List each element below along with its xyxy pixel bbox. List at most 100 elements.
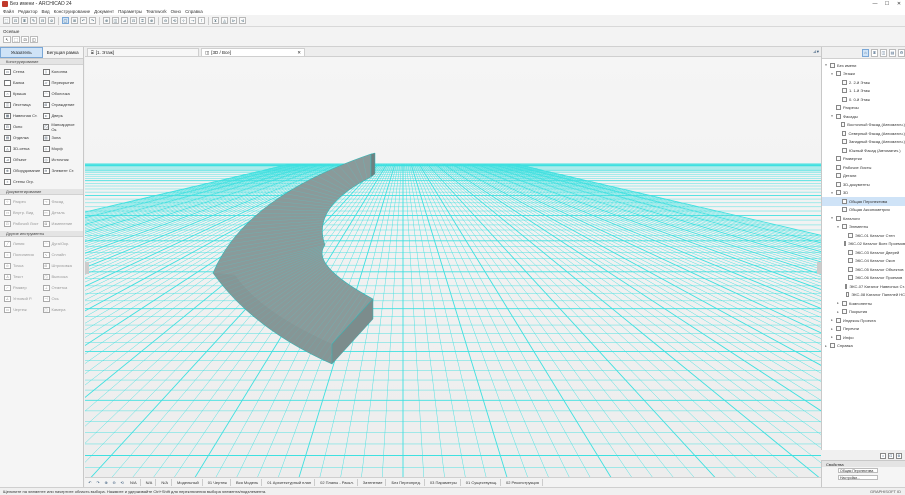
tool-button[interactable]: ◠ Дуга/Окр. bbox=[42, 239, 82, 248]
toolbar-button-icon[interactable]: ⌗ bbox=[139, 17, 146, 24]
tool-button[interactable]: ⊙ Точка bbox=[4, 261, 43, 270]
toolbar-button-icon[interactable]: ⊿ bbox=[121, 17, 128, 24]
navigator-item[interactable]: ▸ Справка bbox=[822, 342, 905, 351]
tool-button[interactable]: ◳ Мансардное Ок. bbox=[42, 122, 82, 132]
left-resize-handle[interactable] bbox=[85, 262, 89, 274]
navigator-mode-icon[interactable]: ⌂ bbox=[862, 48, 869, 57]
navigator-item[interactable]: Детали bbox=[822, 172, 905, 181]
selection-mode-icon[interactable]: ◫ bbox=[30, 36, 38, 43]
selection-mode-icon[interactable]: ↖ bbox=[3, 36, 11, 43]
view-setting-dropdown[interactable]: Модельный bbox=[174, 479, 203, 486]
tool-button[interactable]: ⊹ Разрез bbox=[4, 197, 43, 206]
tool-button[interactable]: ▦ Навесная Ст. bbox=[4, 111, 43, 120]
view-settings-button[interactable]: Настройки... bbox=[838, 475, 878, 480]
tool-button[interactable]: ◳ Выноска bbox=[42, 272, 82, 281]
toolbar-button-icon[interactable]: ⊖ bbox=[162, 17, 169, 24]
toolbar-button-icon[interactable]: ⊡ bbox=[130, 17, 137, 24]
tool-button[interactable]: ⊶ Внутр. Вид bbox=[4, 208, 43, 217]
toolbar-button-icon[interactable]: ⊘ bbox=[48, 17, 55, 24]
navigator-item[interactable]: ЭКС-06 Каталог Проемов bbox=[822, 274, 905, 283]
tool-button[interactable]: ⌐ Размер bbox=[4, 283, 43, 292]
view-setting-dropdown[interactable]: N/A bbox=[143, 479, 157, 486]
navigator-mode-icon[interactable]: ▤ bbox=[889, 48, 896, 57]
tool-button[interactable]: ▱ Перекрытие bbox=[42, 78, 82, 87]
selection-mode-icon[interactable]: ⊡ bbox=[21, 36, 29, 43]
navigator-item[interactable]: ЭКС-07 Каталог Навесных Ст. bbox=[822, 282, 905, 291]
view-setting-dropdown[interactable]: 03 Параметры bbox=[427, 479, 461, 486]
expand-toggle-icon[interactable]: ▾ bbox=[830, 72, 834, 76]
tool-button[interactable]: ▭ Стена bbox=[4, 67, 43, 76]
expand-toggle-icon[interactable]: ▾ bbox=[836, 225, 840, 229]
navigator-item[interactable]: ЭКС-04 Каталог Окон bbox=[822, 257, 905, 266]
tool-button[interactable]: ⊖ Элемент Ст. bbox=[42, 166, 82, 175]
view-control-icon[interactable]: ↶ bbox=[87, 480, 93, 486]
navigator-item[interactable]: ▾ Каталоги bbox=[822, 214, 905, 223]
toolbar-button-icon[interactable]: ⬚ bbox=[3, 17, 10, 24]
menu-item[interactable]: Документ bbox=[94, 9, 114, 14]
navigator-item[interactable]: ЭКС-08 Каталог Панелей НС bbox=[822, 291, 905, 300]
navigator-mode-icon[interactable]: ⌸ bbox=[871, 48, 878, 57]
tool-button[interactable]: ◫ Камера bbox=[42, 305, 82, 314]
navigator-item[interactable]: Развертки bbox=[822, 155, 905, 164]
tool-button[interactable]: ⊥ Отметка bbox=[42, 283, 82, 292]
tool-button[interactable]: ∠ Угловой Р. bbox=[4, 294, 43, 303]
tool-button[interactable]: ⊷ Деталь bbox=[42, 208, 82, 217]
navigator-item[interactable]: 0. 0-й Этаж bbox=[822, 95, 905, 104]
toolbar-button-icon[interactable]: ↷ bbox=[89, 17, 96, 24]
tool-button[interactable]: ∿ Сплайн bbox=[42, 250, 82, 259]
navigator-item[interactable]: ЭКС-05 Каталог Объектов bbox=[822, 265, 905, 274]
tab-3d-view[interactable]: ◫ [3D / Все] ✕ bbox=[201, 48, 305, 57]
marquee-tool-tab[interactable]: Бегущая рамка bbox=[43, 47, 84, 58]
toolbar-button-icon[interactable]: ⊕ bbox=[148, 17, 155, 24]
toolbar-button-icon[interactable]: ⟲ bbox=[171, 17, 178, 24]
navigator-item[interactable]: Разрезы bbox=[822, 104, 905, 113]
toolbar-button-icon[interactable]: ↶ bbox=[80, 17, 87, 24]
tool-button[interactable]: ⊡ Рабочий Лист bbox=[4, 219, 43, 228]
navigator-item[interactable]: Западный Фасад (Автоматич.) bbox=[822, 138, 905, 147]
tool-button[interactable]: ▯ Колонна bbox=[42, 67, 82, 76]
navigator-item[interactable]: 2. 2-й Этаж bbox=[822, 78, 905, 87]
menu-item[interactable]: Параметры bbox=[118, 9, 142, 14]
view-setting-dropdown[interactable]: 02 Реконструкция bbox=[503, 479, 543, 486]
navigator-mode-icon[interactable]: ⚙ bbox=[898, 48, 905, 57]
view-setting-dropdown[interactable]: 01 Чертеж bbox=[205, 479, 231, 486]
view-options-icon[interactable]: ⊿▾ bbox=[813, 49, 819, 55]
expand-toggle-icon[interactable]: ▸ bbox=[830, 335, 834, 339]
view-setting-dropdown[interactable]: 01 Существующ. bbox=[463, 479, 501, 486]
menu-item[interactable]: Teamwork bbox=[146, 9, 167, 14]
graphisoft-id[interactable]: GRAPHISOFT ID bbox=[870, 489, 901, 494]
navigator-mode-icon[interactable]: ◫ bbox=[880, 48, 887, 57]
tool-button[interactable]: ⊸ Фасад bbox=[42, 197, 82, 206]
menu-item[interactable]: Справка bbox=[185, 9, 203, 14]
navigator-item[interactable]: ▾ Элементы bbox=[822, 223, 905, 232]
tool-button[interactable]: ▒ Лестница bbox=[4, 100, 43, 109]
toolbar-button-icon[interactable]: ◬ bbox=[221, 17, 228, 24]
expand-toggle-icon[interactable]: ▸ bbox=[836, 310, 840, 314]
toolbar-button-icon[interactable]: ⌸ bbox=[21, 17, 28, 24]
navigator-item[interactable]: ▾ Без имени bbox=[822, 61, 905, 70]
toolbar-button-icon[interactable]: ⊲ bbox=[239, 17, 246, 24]
navigator-item[interactable]: ЭКС-03 Каталог Дверей bbox=[822, 248, 905, 257]
toolbar-button-icon[interactable]: ⊻ bbox=[212, 17, 219, 24]
close-window-button[interactable]: ✕ bbox=[893, 0, 905, 8]
view-setting-dropdown[interactable]: 01 Архитектурный план bbox=[264, 479, 316, 486]
toolbar-button-icon[interactable]: ⊳ bbox=[230, 17, 237, 24]
tool-button[interactable]: ⊟ Окно bbox=[4, 122, 43, 131]
toolbar-button-icon[interactable]: ⊺ bbox=[198, 17, 205, 24]
tool-button[interactable]: ◬ 3D-сетка bbox=[4, 144, 43, 153]
navigator-item[interactable]: Общая Перспектива bbox=[822, 197, 905, 206]
toolbar-button-icon[interactable]: ⊕ bbox=[103, 17, 110, 24]
view-setting-dropdown[interactable]: Вся Модель bbox=[233, 479, 263, 486]
expand-toggle-icon[interactable]: ▾ bbox=[824, 63, 828, 67]
tool-button[interactable]: ≈ Полилиния bbox=[4, 250, 43, 259]
navigator-item[interactable]: ЭКС-01 Каталог Стен bbox=[822, 231, 905, 240]
menu-item[interactable]: Файл bbox=[3, 9, 14, 14]
navigator-item[interactable]: ▾ Этажи bbox=[822, 70, 905, 79]
navigator-item[interactable]: ▾ Фасады bbox=[822, 112, 905, 121]
close-tab-icon[interactable]: ✕ bbox=[297, 50, 301, 56]
tool-button[interactable]: ⌒ Балка bbox=[4, 78, 43, 87]
3d-viewport[interactable] bbox=[85, 57, 821, 477]
tool-button[interactable]: ▤ Отделка bbox=[4, 133, 43, 142]
menu-item[interactable]: Редактор bbox=[18, 9, 37, 14]
navigator-item[interactable]: Северный Фасад (Автоматич.) bbox=[822, 129, 905, 138]
